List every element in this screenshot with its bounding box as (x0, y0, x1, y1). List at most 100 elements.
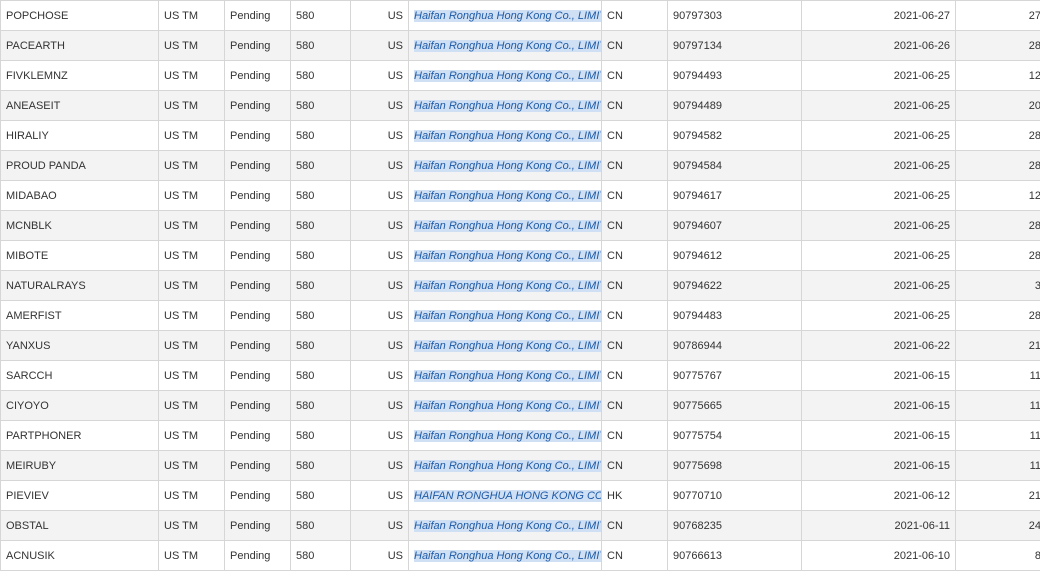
serial-number-cell[interactable]: 90794584 (667, 150, 802, 181)
owner-link[interactable]: Haifan Ronghua Hong Kong Co., LIMITED (414, 459, 601, 472)
owner-cell[interactable]: HAIFAN RONGHUA HONG KONG CO. LIMITED (408, 480, 602, 511)
trademark-name-cell[interactable]: FIVKLEMNZ (0, 60, 159, 91)
owner-country-cell: CN (601, 240, 668, 271)
owner-link[interactable]: Haifan Ronghua Hong Kong Co., LIMITED (414, 69, 601, 82)
owner-link[interactable]: Haifan Ronghua Hong Kong Co., LIMITED (414, 519, 601, 532)
owner-cell[interactable]: Haifan Ronghua Hong Kong Co., LIMITED (408, 30, 602, 61)
serial-number-cell[interactable]: 90775767 (667, 360, 802, 391)
owner-link[interactable]: Haifan Ronghua Hong Kong Co., LIMITED (414, 279, 601, 292)
owner-cell[interactable]: Haifan Ronghua Hong Kong Co., LIMITED (408, 180, 602, 211)
trademark-name-cell[interactable]: OBSTAL (0, 510, 159, 541)
serial-number-cell[interactable]: 90786944 (667, 330, 802, 361)
owner-link[interactable]: Haifan Ronghua Hong Kong Co., LIMITED (414, 99, 601, 112)
table-row[interactable]: AMERFIST US TM Pending 580 US Haifan Ron… (0, 300, 1040, 331)
trademark-name-cell[interactable]: HIRALIY (0, 120, 159, 151)
filing-date-cell: 2021-06-15 (801, 360, 956, 391)
trademark-name-cell[interactable]: PROUD PANDA (0, 150, 159, 181)
owner-cell[interactable]: Haifan Ronghua Hong Kong Co., LIMITED (408, 0, 602, 31)
table-row[interactable]: MEIRUBY US TM Pending 580 US Haifan Rong… (0, 450, 1040, 481)
owner-link[interactable]: Haifan Ronghua Hong Kong Co., LIMITED (414, 159, 601, 172)
table-row[interactable]: OBSTAL US TM Pending 580 US Haifan Rongh… (0, 510, 1040, 541)
trademark-name-cell[interactable]: CIYOYO (0, 390, 159, 421)
owner-link[interactable]: Haifan Ronghua Hong Kong Co., LIMITED (414, 309, 601, 322)
serial-number-cell[interactable]: 90794483 (667, 300, 802, 331)
table-row[interactable]: PROUD PANDA US TM Pending 580 US Haifan … (0, 150, 1040, 181)
owner-cell[interactable]: Haifan Ronghua Hong Kong Co., LIMITED (408, 510, 602, 541)
serial-number-cell[interactable]: 90766613 (667, 540, 802, 571)
trademark-name-cell[interactable]: PACEARTH (0, 30, 159, 61)
trademark-name-cell[interactable]: MCNBLK (0, 210, 159, 241)
table-row[interactable]: MIDABAO US TM Pending 580 US Haifan Rong… (0, 180, 1040, 211)
owner-cell[interactable]: Haifan Ronghua Hong Kong Co., LIMITED (408, 540, 602, 571)
table-row[interactable]: ACNUSIK US TM Pending 580 US Haifan Rong… (0, 540, 1040, 571)
table-row[interactable]: SARCCH US TM Pending 580 US Haifan Rongh… (0, 360, 1040, 391)
trademark-name-cell[interactable]: MEIRUBY (0, 450, 159, 481)
table-row[interactable]: NATURALRAYS US TM Pending 580 US Haifan … (0, 270, 1040, 301)
trademark-name-cell[interactable]: ACNUSIK (0, 540, 159, 571)
table-row[interactable]: FIVKLEMNZ US TM Pending 580 US Haifan Ro… (0, 60, 1040, 91)
owner-link[interactable]: Haifan Ronghua Hong Kong Co., LIMITED (414, 9, 601, 22)
owner-cell[interactable]: Haifan Ronghua Hong Kong Co., LIMITED (408, 270, 602, 301)
serial-number-cell[interactable]: 90770710 (667, 480, 802, 511)
serial-number-cell[interactable]: 90794493 (667, 60, 802, 91)
owner-link[interactable]: Haifan Ronghua Hong Kong Co., LIMITED (414, 219, 601, 232)
owner-link[interactable]: HAIFAN RONGHUA HONG KONG CO. LIMITED (414, 489, 601, 502)
owner-cell[interactable]: Haifan Ronghua Hong Kong Co., LIMITED (408, 300, 602, 331)
owner-link[interactable]: Haifan Ronghua Hong Kong Co., LIMITED (414, 249, 601, 262)
serial-number-cell[interactable]: 90797303 (667, 0, 802, 31)
trademark-name-cell[interactable]: POPCHOSE (0, 0, 159, 31)
trademark-name-cell[interactable]: SARCCH (0, 360, 159, 391)
serial-number-cell[interactable]: 90794622 (667, 270, 802, 301)
table-row[interactable]: PARTPHONER US TM Pending 580 US Haifan R… (0, 420, 1040, 451)
serial-number-cell[interactable]: 90768235 (667, 510, 802, 541)
serial-number-cell[interactable]: 90794617 (667, 180, 802, 211)
owner-link[interactable]: Haifan Ronghua Hong Kong Co., LIMITED (414, 369, 601, 382)
owner-cell[interactable]: Haifan Ronghua Hong Kong Co., LIMITED (408, 360, 602, 391)
serial-number-cell[interactable]: 90794489 (667, 90, 802, 121)
serial-number-cell[interactable]: 90794582 (667, 120, 802, 151)
owner-cell[interactable]: Haifan Ronghua Hong Kong Co., LIMITED (408, 60, 602, 91)
owner-link[interactable]: Haifan Ronghua Hong Kong Co., LIMITED (414, 129, 601, 142)
table-row[interactable]: HIRALIY US TM Pending 580 US Haifan Rong… (0, 120, 1040, 151)
table-row[interactable]: PACEARTH US TM Pending 580 US Haifan Ron… (0, 30, 1040, 61)
trademark-name-cell[interactable]: ANEASEIT (0, 90, 159, 121)
owner-cell[interactable]: Haifan Ronghua Hong Kong Co., LIMITED (408, 90, 602, 121)
owner-cell[interactable]: Haifan Ronghua Hong Kong Co., LIMITED (408, 450, 602, 481)
owner-link[interactable]: Haifan Ronghua Hong Kong Co., LIMITED (414, 189, 601, 202)
owner-cell[interactable]: Haifan Ronghua Hong Kong Co., LIMITED (408, 420, 602, 451)
trademark-name-cell[interactable]: YANXUS (0, 330, 159, 361)
country-cell: US (350, 390, 409, 421)
owner-link[interactable]: Haifan Ronghua Hong Kong Co., LIMITED (414, 429, 601, 442)
filing-date-cell: 2021-06-10 (801, 540, 956, 571)
trademark-name-cell[interactable]: AMERFIST (0, 300, 159, 331)
owner-cell[interactable]: Haifan Ronghua Hong Kong Co., LIMITED (408, 390, 602, 421)
serial-number-cell[interactable]: 90775754 (667, 420, 802, 451)
table-row[interactable]: ANEASEIT US TM Pending 580 US Haifan Ron… (0, 90, 1040, 121)
table-row[interactable]: YANXUS US TM Pending 580 US Haifan Rongh… (0, 330, 1040, 361)
table-row[interactable]: MIBOTE US TM Pending 580 US Haifan Rongh… (0, 240, 1040, 271)
serial-number-cell[interactable]: 90775665 (667, 390, 802, 421)
trademark-name-cell[interactable]: PIEVIEV (0, 480, 159, 511)
owner-link[interactable]: Haifan Ronghua Hong Kong Co., LIMITED (414, 39, 601, 52)
trademark-name-cell[interactable]: MIDABAO (0, 180, 159, 211)
status-cell: Pending (224, 240, 291, 271)
trademark-name-cell[interactable]: NATURALRAYS (0, 270, 159, 301)
owner-cell[interactable]: Haifan Ronghua Hong Kong Co., LIMITED (408, 240, 602, 271)
table-row[interactable]: CIYOYO US TM Pending 580 US Haifan Rongh… (0, 390, 1040, 421)
owner-cell[interactable]: Haifan Ronghua Hong Kong Co., LIMITED (408, 150, 602, 181)
owner-cell[interactable]: Haifan Ronghua Hong Kong Co., LIMITED (408, 210, 602, 241)
table-row[interactable]: MCNBLK US TM Pending 580 US Haifan Rongh… (0, 210, 1040, 241)
serial-number-cell[interactable]: 90794607 (667, 210, 802, 241)
table-row[interactable]: POPCHOSE US TM Pending 580 US Haifan Ron… (0, 0, 1040, 31)
table-row[interactable]: PIEVIEV US TM Pending 580 US HAIFAN RONG… (0, 480, 1040, 511)
owner-link[interactable]: Haifan Ronghua Hong Kong Co., LIMITED (414, 399, 601, 412)
owner-cell[interactable]: Haifan Ronghua Hong Kong Co., LIMITED (408, 330, 602, 361)
serial-number-cell[interactable]: 90794612 (667, 240, 802, 271)
owner-cell[interactable]: Haifan Ronghua Hong Kong Co., LIMITED (408, 120, 602, 151)
owner-link[interactable]: Haifan Ronghua Hong Kong Co., LIMITED (414, 549, 601, 562)
trademark-name-cell[interactable]: MIBOTE (0, 240, 159, 271)
serial-number-cell[interactable]: 90797134 (667, 30, 802, 61)
serial-number-cell[interactable]: 90775698 (667, 450, 802, 481)
owner-link[interactable]: Haifan Ronghua Hong Kong Co., LIMITED (414, 339, 601, 352)
trademark-name-cell[interactable]: PARTPHONER (0, 420, 159, 451)
